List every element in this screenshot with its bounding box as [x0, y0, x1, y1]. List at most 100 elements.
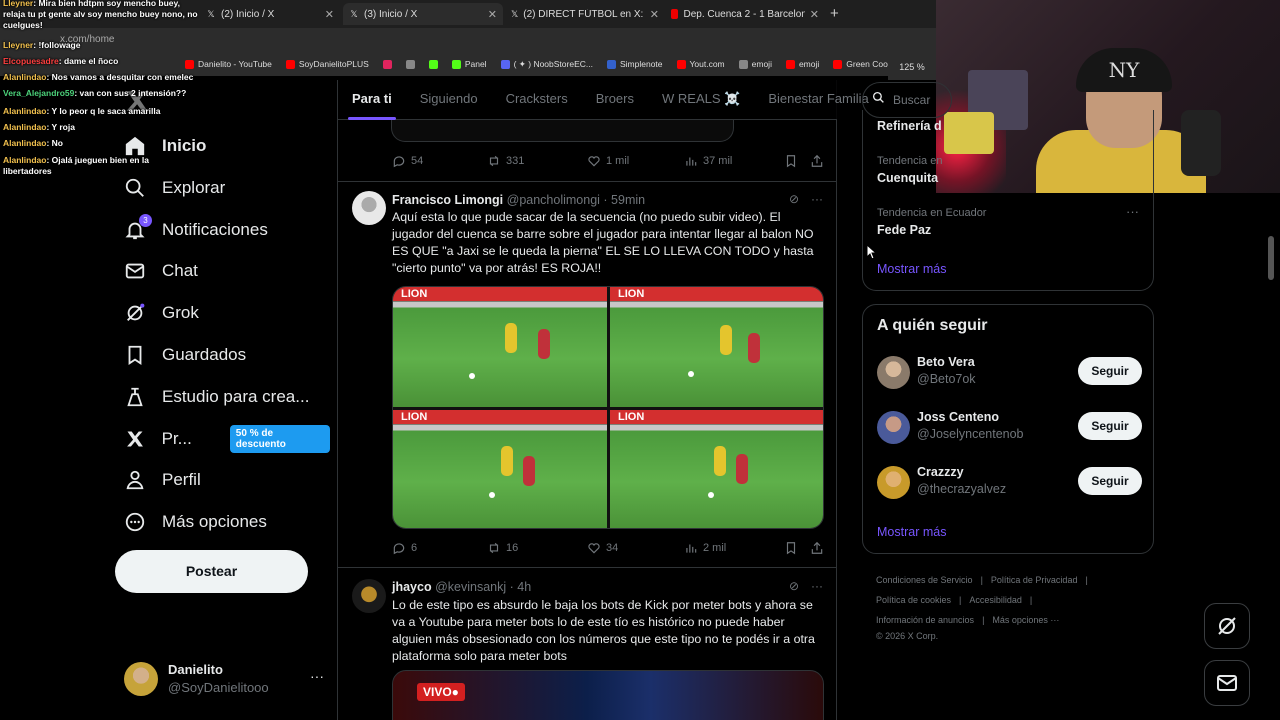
- previous-tweet-media[interactable]: [391, 120, 734, 142]
- footer-more-link[interactable]: Más opciones ···: [992, 615, 1059, 625]
- follow-suggestion[interactable]: Joss Centeno @Joselyncentenob Seguir: [877, 408, 1142, 448]
- tweet-author-name[interactable]: jhayco: [392, 580, 432, 594]
- new-tab-icon[interactable]: +: [830, 5, 839, 22]
- bookmark-item[interactable]: Panel: [451, 59, 487, 69]
- suggestion-name[interactable]: Crazzzy: [917, 465, 964, 479]
- grok-icon[interactable]: ⊘: [789, 192, 799, 206]
- tweet[interactable]: Francisco Limongi @pancholimongi · 59min…: [338, 181, 837, 567]
- close-tab-icon[interactable]: ✕: [650, 8, 659, 21]
- repost-button[interactable]: 16: [487, 541, 518, 555]
- bookmark-item[interactable]: emoji: [738, 59, 772, 69]
- tab-para-ti[interactable]: Para ti: [338, 80, 406, 120]
- zoom-level[interactable]: 125 %: [888, 52, 936, 80]
- bookmark-item[interactable]: ( ✦ ) NoobStoreEC...: [500, 59, 593, 70]
- footer-link[interactable]: Condiciones de Servicio: [876, 575, 973, 585]
- tweet-time[interactable]: · 4h: [510, 580, 532, 594]
- account-switcher[interactable]: Danielito @SoyDanielitooo ···: [124, 660, 334, 700]
- heart-icon: [588, 156, 600, 167]
- footer-link[interactable]: Información de anuncios: [876, 615, 974, 625]
- tab-siguiendo[interactable]: Siguiendo: [406, 80, 492, 120]
- nav-item-guardados[interactable]: Guardados: [110, 335, 330, 375]
- nav-item-estudio[interactable]: Estudio para crea...: [110, 377, 330, 417]
- close-tab-icon[interactable]: ✕: [810, 8, 819, 21]
- avatar[interactable]: [352, 191, 386, 225]
- views-button[interactable]: 2 mil: [684, 541, 726, 555]
- trend-title[interactable]: Fede Paz: [877, 223, 931, 237]
- discount-badge[interactable]: 50 % de descuento: [229, 425, 330, 453]
- nav-item-perfil[interactable]: Perfil: [110, 460, 330, 500]
- trend-title[interactable]: Cuenquita: [877, 171, 938, 185]
- avatar[interactable]: [352, 579, 386, 613]
- suggestion-name[interactable]: Joss Centeno: [917, 410, 999, 424]
- tweet-author-handle[interactable]: @kevinsankj: [435, 580, 506, 594]
- follow-button[interactable]: Seguir: [1078, 467, 1142, 495]
- close-tab-icon[interactable]: ✕: [488, 8, 497, 21]
- tweet-author-handle[interactable]: @pancholimongi: [507, 193, 600, 207]
- avatar[interactable]: [877, 466, 910, 499]
- reply-button[interactable]: 54: [392, 154, 423, 168]
- media-image[interactable]: LION: [610, 287, 823, 407]
- media-image[interactable]: LION: [393, 287, 607, 407]
- bookmark-item[interactable]: Yout.com: [676, 59, 725, 69]
- show-more-trends-link[interactable]: Mostrar más: [877, 262, 946, 276]
- nav-item-grok[interactable]: Grok: [110, 293, 330, 333]
- messages-floating-button[interactable]: [1204, 660, 1250, 706]
- follow-button[interactable]: Seguir: [1078, 357, 1142, 385]
- trend-title[interactable]: Refinería d: [877, 119, 942, 133]
- avatar[interactable]: [877, 356, 910, 389]
- nav-item-notificaciones[interactable]: 3 Notificaciones: [110, 210, 330, 250]
- browser-tab-active[interactable]: 𝕏 (3) Inicio / X ✕: [343, 3, 503, 25]
- grok-icon[interactable]: ⊘: [789, 579, 799, 593]
- follow-button[interactable]: Seguir: [1078, 412, 1142, 440]
- nav-item-premium[interactable]: Pr... 50 % de descuento: [110, 419, 330, 459]
- views-button[interactable]: 37 mil: [684, 154, 732, 168]
- page-scrollbar[interactable]: [1268, 236, 1274, 280]
- tweet-author-name[interactable]: Francisco Limongi: [392, 193, 503, 207]
- bookmark-item[interactable]: SoyDanielitoPLUS: [285, 59, 369, 69]
- bookmark-item[interactable]: [382, 59, 392, 69]
- post-button[interactable]: Postear: [115, 550, 308, 593]
- like-button[interactable]: 1 mil: [587, 154, 629, 168]
- more-icon[interactable]: ···: [1126, 204, 1139, 219]
- suggestion-name[interactable]: Beto Vera: [917, 355, 975, 369]
- bookmark-item[interactable]: emoji: [785, 59, 819, 69]
- share-button[interactable]: [810, 541, 824, 555]
- avatar[interactable]: [877, 411, 910, 444]
- bookmark-button[interactable]: [784, 154, 798, 168]
- tweet-time[interactable]: · 59min: [603, 193, 645, 207]
- nav-item-mas-opciones[interactable]: Más opciones: [110, 502, 330, 542]
- footer-link[interactable]: Política de cookies: [876, 595, 951, 605]
- nav-item-chat[interactable]: Chat: [110, 251, 330, 291]
- more-icon[interactable]: ···: [811, 579, 823, 593]
- bookmark-item[interactable]: [405, 59, 415, 69]
- timeline: Para ti Siguiendo Cracksters Broers W RE…: [337, 80, 869, 720]
- more-icon[interactable]: ···: [310, 668, 324, 684]
- close-tab-icon[interactable]: ✕: [325, 8, 334, 21]
- tab-broers[interactable]: Broers: [582, 80, 648, 120]
- bookmark-item[interactable]: Simplenote: [606, 59, 663, 69]
- media-image[interactable]: LION: [393, 410, 607, 528]
- footer-link[interactable]: Política de Privacidad: [991, 575, 1078, 585]
- more-icon[interactable]: ···: [811, 192, 823, 206]
- follow-suggestion[interactable]: Crazzzy @thecrazyalvez Seguir: [877, 463, 1142, 503]
- tweet-media-grid[interactable]: LION LION LION LION: [392, 286, 824, 529]
- bookmark-item[interactable]: [428, 59, 438, 69]
- browser-tab[interactable]: Dep. Cuenca 2 - 1 Barcelona SC / ... ✕: [665, 3, 825, 25]
- grok-floating-button[interactable]: [1204, 603, 1250, 649]
- share-button[interactable]: [810, 154, 824, 168]
- follow-suggestion[interactable]: Beto Vera @Beto7ok Seguir: [877, 353, 1142, 393]
- browser-tab[interactable]: 𝕏 (2) Inicio / X ✕: [200, 3, 340, 25]
- tab-w-reals[interactable]: W REALS ☠️: [648, 80, 754, 120]
- like-button[interactable]: 34: [587, 541, 618, 555]
- browser-tab[interactable]: 𝕏 (2) DIRECT FÚTBOL en X: "#Barcel... ✕: [505, 3, 665, 25]
- tab-cracksters[interactable]: Cracksters: [492, 80, 582, 120]
- footer-link[interactable]: Accesibilidad: [969, 595, 1022, 605]
- reply-button[interactable]: 6: [392, 541, 417, 555]
- bookmark-button[interactable]: [784, 541, 798, 555]
- show-more-follow-link[interactable]: Mostrar más: [877, 525, 946, 539]
- tweet[interactable]: jhayco @kevinsankj · 4h ⊘ ··· Lo de este…: [338, 567, 837, 720]
- tweet-media[interactable]: VIVO●: [392, 670, 824, 720]
- chat-message: Alanlindao: Y lo peor q le saca amarilla: [3, 106, 199, 117]
- repost-button[interactable]: 331: [487, 154, 524, 168]
- media-image[interactable]: LION: [610, 410, 823, 528]
